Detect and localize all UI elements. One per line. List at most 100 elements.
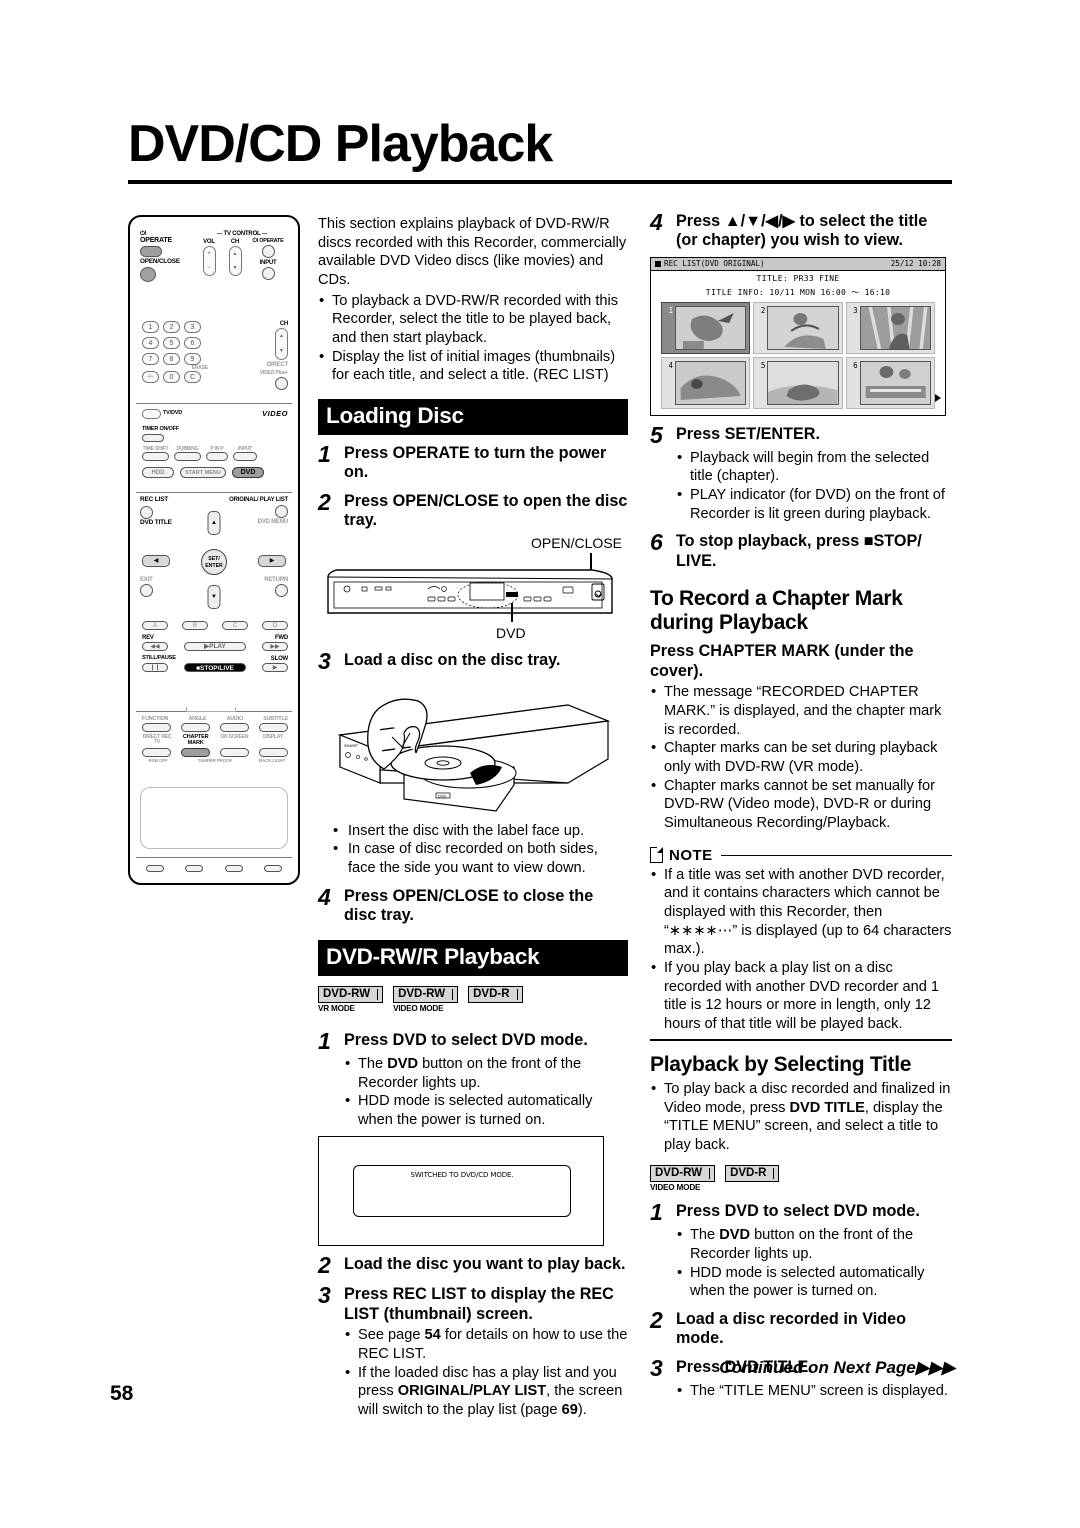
remote-button-down[interactable]: ▼ (207, 585, 221, 609)
remote-key-6[interactable]: 6 (184, 337, 201, 349)
remote-button-slow[interactable]: ▶ (262, 663, 288, 672)
remote-button-direct-rec-tv[interactable] (142, 747, 171, 757)
remote-rocker-tv-ch[interactable]: ▲ ▼ (228, 245, 242, 276)
step-number: 2 (650, 1306, 663, 1333)
remote-button-chapter-mark[interactable] (181, 747, 210, 757)
step-number: 4 (650, 209, 663, 235)
remote-button-b[interactable]: B (182, 621, 208, 630)
remote-label-dubbing: DUBBING (176, 445, 199, 452)
remote-key-9[interactable]: 9 (184, 353, 201, 365)
playback-title-intro-bullet: To play back a disc recorded and finaliz… (650, 1079, 952, 1155)
osd-thumbnail-5[interactable]: 5 (753, 356, 843, 409)
remote-key-3[interactable]: 3 (184, 321, 201, 333)
dvdrw-step-5-notes: Playback will begin from the selected ti… (676, 448, 952, 524)
remote-button-up[interactable]: ▲ (207, 511, 221, 535)
remote-button-angle[interactable] (181, 723, 210, 733)
remote-button-bottom-1[interactable] (146, 865, 164, 872)
loading-disc-banner: Loading Disc (318, 399, 628, 436)
badge-label: DVD-RW (318, 985, 384, 1004)
remote-button-right[interactable]: ▶ (258, 555, 286, 567)
remote-button-exit[interactable] (140, 584, 153, 597)
remote-button-return[interactable] (275, 584, 288, 597)
remote-key-0[interactable]: 0 (163, 371, 180, 383)
osd-next-page-arrow-icon[interactable] (935, 393, 941, 402)
remote-button-rev[interactable]: ◀◀ (142, 642, 168, 651)
note-bullet-2: If you play back a play list on a disc r… (650, 958, 952, 1034)
remote-button-tv-dvd[interactable] (142, 409, 161, 419)
remote-button-stop-live[interactable]: ■STOP/LIVE (184, 663, 246, 672)
remote-label-chapter-mark: CHAPTER MARK (182, 734, 209, 746)
remote-button-fwd[interactable]: ▶▶ (262, 642, 288, 651)
badge-dvd-r: DVD-R (468, 984, 523, 1005)
remote-key-1[interactable]: 1 (142, 321, 159, 333)
remote-label-ch: CH (279, 321, 288, 327)
remote-label-original-play-list: ORIGINAL/ PLAY LIST (229, 497, 288, 503)
remote-button-play[interactable]: ▶PLAY (184, 642, 246, 651)
pst-step-1-notes: The DVD button on the front of the Recor… (676, 1225, 952, 1301)
remote-button-display[interactable] (259, 747, 288, 757)
dvdrw-step5-bullet-1: Playback will begin from the selected ti… (676, 448, 952, 486)
osd-thumbnail-2[interactable]: 2 (753, 301, 843, 354)
remote-key-dash[interactable]: -/-- (142, 371, 159, 383)
remote-label-subtitle: SUBTITLE (263, 716, 288, 722)
remote-label-direct-rec-tv: DIRECT REC TV (142, 734, 172, 746)
remote-button-subtitle[interactable] (259, 723, 288, 733)
remote-control-illustration: ⏻I OPERATE OPEN/CLOSE — TV CONTROL — VOL… (128, 215, 300, 885)
badge-label: DVD-R (468, 985, 523, 1004)
remote-button-bottom-4[interactable] (263, 865, 282, 872)
remote-button-dubbing[interactable] (174, 451, 201, 461)
remote-button-input2[interactable] (233, 451, 257, 461)
remote-button-left[interactable]: ◀ (142, 555, 170, 567)
chapter-mark-instruction: Press CHAPTER MARK (under the cover). (650, 642, 914, 680)
step-text: Press DVD to select DVD mode. (676, 1202, 920, 1221)
osd-thumbnail-4[interactable]: 4 (661, 356, 751, 409)
remote-label-tv-control: TV CONTROL (223, 231, 261, 237)
remote-key-clear[interactable]: C (184, 371, 201, 383)
remote-button-p-in-p[interactable] (206, 451, 228, 461)
remote-label-audio: AUDIO (226, 716, 244, 722)
remote-key-7[interactable]: 7 (142, 353, 159, 365)
remote-button-set-enter[interactable]: SET/ENTER (201, 549, 227, 575)
remote-button-time-shift[interactable] (142, 451, 169, 461)
remote-rocker-ch[interactable]: ▲ ▼ (275, 328, 288, 360)
remote-button-start-menu[interactable]: START MENU (180, 466, 226, 478)
remote-button-dvd[interactable]: DVD (232, 466, 264, 478)
remote-button-hdd[interactable]: HDD (142, 466, 174, 478)
remote-button-timer-on-off[interactable] (142, 433, 164, 442)
remote-label-exit: EXIT (140, 577, 153, 583)
step-text: Press OPEN/CLOSE to close the disc tray. (344, 886, 594, 925)
remote-rocker-vol[interactable]: + − (202, 245, 216, 276)
badge-sublabel: VIDEO MODE (650, 1183, 701, 1193)
remote-button-tv-operate[interactable] (261, 244, 275, 258)
continued-arrows-icon: ▶▶▶ (915, 1358, 955, 1377)
remote-button-operate[interactable] (140, 246, 162, 257)
remote-button-d[interactable]: D (262, 621, 288, 630)
remote-button-c[interactable]: C (222, 621, 248, 630)
osd-thumbnail-image (675, 360, 747, 405)
remote-button-bottom-3[interactable] (224, 865, 243, 872)
remote-button-function[interactable] (142, 723, 171, 733)
remote-button-a[interactable]: A (142, 621, 168, 630)
step-text: Load the disc you want to play back. (344, 1254, 626, 1273)
osd-thumbnail-3[interactable]: 3 (845, 301, 935, 354)
remote-button-open-close[interactable] (140, 267, 156, 283)
remote-button-audio[interactable] (220, 723, 249, 733)
remote-button-input[interactable] (261, 266, 275, 280)
remote-button-still-pause[interactable]: ❙❙ (142, 663, 168, 672)
osd-thumbnail-1[interactable]: 1 (661, 301, 751, 354)
disc-bullets: Insert the disc with the label face up. … (332, 821, 628, 878)
chapter-mark-bullets: The message “RECORDED CHAPTER MARK.” is … (650, 682, 952, 832)
remote-label-time-shift: TIME SHIFT (142, 445, 169, 452)
remote-key-4[interactable]: 4 (142, 337, 159, 349)
osd-thumbnail-6[interactable]: 6 (845, 356, 935, 409)
remote-button-video-plus[interactable] (275, 377, 288, 390)
remote-button-bottom-2[interactable] (185, 865, 204, 872)
remote-key-5[interactable]: 5 (163, 337, 180, 349)
remote-key-2[interactable]: 2 (163, 321, 180, 333)
remote-key-8[interactable]: 8 (163, 353, 180, 365)
remote-label-direct: DIRECT (266, 362, 288, 368)
remote-button-on-screen[interactable] (220, 747, 249, 757)
osd-title: REC LIST(DVD ORIGINAL) (664, 259, 765, 269)
disc-badges-video-mode: DVD-RW VIDEO MODE DVD-R (650, 1163, 952, 1193)
step-text: Press ▲/▼/◀/▶ to select the title (or ch… (676, 212, 928, 250)
